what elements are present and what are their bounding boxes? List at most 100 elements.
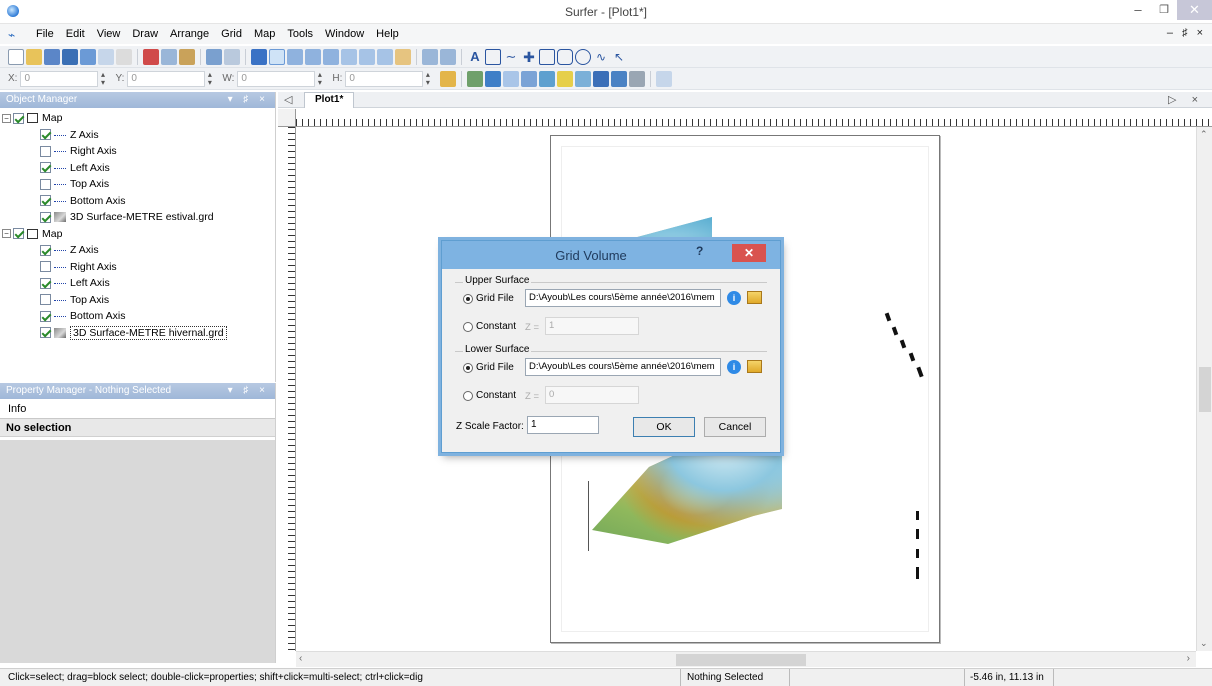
pan-hand-icon[interactable] [395, 48, 411, 65]
x-spinner[interactable]: ▴ ▾ [98, 70, 107, 87]
scroll-right-icon[interactable]: › [1187, 653, 1190, 664]
lower-grid-file-radio[interactable]: Grid File [463, 362, 514, 373]
menu-map[interactable]: Map [248, 28, 281, 40]
close-window-button[interactable]: ✕ [1177, 0, 1212, 20]
3d-view-icon[interactable] [611, 70, 628, 87]
upper-open-folder-icon[interactable] [747, 291, 762, 304]
tab-controls[interactable]: ▷ × [1168, 93, 1204, 106]
symbol-tool-icon[interactable]: ✚ [521, 49, 537, 65]
property-manager-controls[interactable]: ▾ ♯ × [228, 383, 269, 399]
menu-window[interactable]: Window [319, 28, 370, 40]
z-scale-field[interactable]: 1 [527, 416, 599, 434]
object-manager-controls[interactable]: ▾ ♯ × [228, 92, 269, 108]
tree-item-right-axis[interactable]: Right Axis [0, 143, 275, 160]
shaded-relief-icon[interactable] [539, 70, 556, 87]
tree-item-top-axis[interactable]: Top Axis [0, 292, 275, 309]
new-icon[interactable] [8, 48, 24, 65]
ok-button[interactable]: OK [633, 417, 695, 437]
checkbox[interactable] [40, 310, 51, 322]
upper-z-field[interactable]: 1 [545, 317, 639, 335]
page-setup-icon[interactable] [116, 48, 132, 65]
document-menu-icon[interactable]: ⌁ [8, 28, 24, 42]
base-map-icon[interactable] [485, 70, 502, 87]
undo-icon[interactable] [206, 48, 222, 65]
checkbox[interactable] [40, 178, 51, 190]
paste-icon[interactable] [179, 48, 195, 65]
x-field[interactable]: 0 [20, 70, 99, 87]
contour-map-icon[interactable] [467, 70, 484, 87]
restore-button[interactable]: ❐ [1150, 0, 1178, 20]
radio-button[interactable] [463, 390, 473, 401]
checkbox[interactable] [40, 261, 51, 273]
lock-icon[interactable] [440, 70, 457, 87]
tree-item-bottom-axis[interactable]: Bottom Axis [0, 193, 275, 210]
menu-file[interactable]: File [30, 28, 60, 40]
polyline-tool-icon[interactable]: ∼ [503, 49, 519, 65]
map-1-checkbox[interactable] [13, 112, 24, 124]
menu-grid[interactable]: Grid [215, 28, 248, 40]
h-spinner[interactable]: ▴ ▾ [423, 70, 432, 87]
vertical-scrollbar[interactable]: ⌃ ⌄ [1196, 127, 1212, 651]
menu-help[interactable]: Help [370, 28, 405, 40]
w-field[interactable]: 0 [237, 70, 316, 87]
lower-z-field[interactable]: 0 [545, 386, 639, 404]
collapse-icon[interactable]: − [2, 229, 11, 239]
zoom-out-icon[interactable] [305, 48, 321, 65]
scroll-left-icon[interactable]: ‹ [299, 653, 302, 664]
horizontal-scroll-thumb[interactable] [676, 654, 806, 666]
radio-button[interactable] [463, 293, 473, 304]
y-spinner[interactable]: ▴ ▾ [205, 70, 214, 87]
open-icon[interactable] [44, 48, 60, 65]
menu-edit[interactable]: Edit [60, 28, 91, 40]
checkbox[interactable] [40, 277, 51, 289]
vector-map-icon[interactable] [557, 70, 574, 87]
upper-grid-path-field[interactable]: D:\Ayoub\Les cours\5ème année\2016\mem [525, 289, 721, 307]
tree-item-surface-estival[interactable]: 3D Surface-METRE estival.grd [0, 209, 275, 226]
checkbox[interactable] [40, 195, 51, 207]
scroll-down-icon[interactable]: ⌄ [1200, 638, 1208, 649]
w-spinner[interactable]: ▴ ▾ [315, 70, 324, 87]
lower-open-folder-icon[interactable] [747, 360, 762, 373]
radio-button[interactable] [463, 321, 473, 332]
tab-plot1[interactable]: Plot1* [304, 92, 355, 108]
polygon-tool-icon[interactable] [485, 48, 501, 65]
tree-item-left-axis[interactable]: Left Axis [0, 275, 275, 292]
upper-grid-file-radio[interactable]: Grid File [463, 293, 514, 304]
rotate-icon[interactable] [422, 48, 438, 65]
select-arrow-icon[interactable] [269, 48, 285, 65]
overlay-icon[interactable] [656, 70, 673, 87]
zoom-actual-icon[interactable] [377, 48, 393, 65]
open-folder-icon[interactable] [26, 48, 42, 65]
redraw-icon[interactable] [440, 48, 456, 65]
tree-map-2[interactable]: − Map [0, 226, 275, 243]
tree-item-z-axis[interactable]: Z Axis [0, 242, 275, 259]
scroll-up-icon[interactable]: ⌃ [1200, 129, 1208, 140]
mdi-controls[interactable]: – ♯ × [1167, 27, 1206, 39]
tree-item-top-axis[interactable]: Top Axis [0, 176, 275, 193]
tree-item-surface-hivernal[interactable]: 3D Surface-METRE hivernal.grd [0, 325, 275, 342]
save-icon[interactable] [62, 48, 78, 65]
checkbox[interactable] [40, 327, 51, 339]
menu-arrange[interactable]: Arrange [164, 28, 215, 40]
tree-item-bottom-axis[interactable]: Bottom Axis [0, 308, 275, 325]
spline-tool-icon[interactable]: ∿ [593, 49, 609, 65]
surface-map-icon[interactable] [593, 70, 610, 87]
copy-icon[interactable] [161, 48, 177, 65]
radio-button[interactable] [463, 362, 473, 373]
zoom-in-icon[interactable] [287, 48, 303, 65]
print-preview-icon[interactable] [98, 48, 114, 65]
checkbox[interactable] [40, 211, 51, 223]
checkbox[interactable] [40, 145, 51, 157]
text-tool-icon[interactable]: A [467, 49, 483, 65]
h-field[interactable]: 0 [345, 70, 424, 87]
tree-item-z-axis[interactable]: Z Axis [0, 127, 275, 144]
lower-grid-path-field[interactable]: D:\Ayoub\Les cours\5ème année\2016\mem [525, 358, 721, 376]
lower-info-icon[interactable]: i [727, 360, 741, 374]
zoom-fit-icon[interactable] [359, 48, 375, 65]
menu-view[interactable]: View [91, 28, 127, 40]
help-pointer-icon[interactable] [251, 48, 267, 65]
vertical-scroll-thumb[interactable] [1199, 367, 1211, 412]
redo-icon[interactable] [224, 48, 240, 65]
upper-constant-radio[interactable]: Constant [463, 321, 516, 332]
wireframe-icon[interactable] [575, 70, 592, 87]
